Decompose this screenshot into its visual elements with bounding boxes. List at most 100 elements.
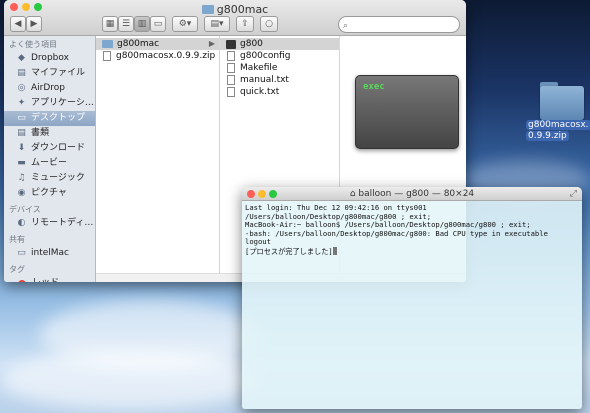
zip-icon: [103, 51, 111, 61]
file-name: g800mac: [117, 39, 160, 49]
text-cursor: [332, 246, 337, 255]
file-name: g800macosx.0.9.9.zip: [116, 51, 216, 61]
list-icon: ☰: [121, 19, 131, 29]
tag-color-icon: [18, 279, 26, 282]
apps-icon: ✦: [17, 98, 26, 108]
desktop-icon: ▭: [17, 113, 26, 123]
tag-icon: ○: [265, 19, 273, 29]
sidebar-item-label: AirDrop: [31, 83, 66, 93]
terminal-titlebar: ⌂ balloon — g800 — 80×24 ⤢: [242, 187, 582, 201]
chevron-left-icon: ◀: [14, 19, 22, 29]
sidebar-item[interactable]: ◐ リモートディ…: [4, 216, 95, 231]
sidebar-item[interactable]: ⬇ ダウンロード: [4, 141, 95, 156]
exec-preview-label: exec: [363, 82, 385, 92]
terminal-output[interactable]: Last login: Thu Dec 12 09:42:16 on ttys0…: [242, 201, 582, 257]
sidebar-item-label: デスクトップ: [31, 113, 86, 123]
file-row[interactable]: Makefile: [220, 62, 339, 74]
arrange-icon: ▤▾: [210, 19, 224, 29]
window-title: g800mac: [4, 3, 466, 16]
share-button[interactable]: ⇪: [236, 16, 254, 32]
files-icon: ▤: [17, 68, 26, 78]
finder-toolbar: g800mac ◀ ▶ ▦ ☰ ▥ ▭ ⚙▾ ▤▾ ⇪ ○ ⌕: [4, 0, 466, 36]
sidebar-item-label: レッド: [32, 276, 59, 282]
sidebar-item-label: リモートディ…: [31, 218, 94, 228]
sidebar-header-shared: 共有: [9, 235, 25, 244]
documents-icon: ▤: [17, 128, 26, 138]
forward-button[interactable]: ▶: [26, 16, 42, 32]
file-row[interactable]: quick.txt: [220, 86, 339, 98]
sidebar-header-tags: タグ: [9, 265, 25, 274]
document-icon: [227, 87, 235, 97]
sidebar-item[interactable]: ◆ Dropbox: [4, 51, 95, 66]
sidebar-header-favorites: よく使う項目: [9, 40, 57, 49]
wallpaper-cloud: [0, 350, 260, 410]
document-icon: [227, 63, 235, 73]
sidebar-item[interactable]: ♫ ミュージック: [4, 171, 95, 186]
gear-icon: ⚙▾: [178, 19, 192, 29]
column-view-button[interactable]: ▥: [134, 16, 150, 32]
columns-icon: ▥: [137, 19, 147, 29]
terminal-line: logout: [245, 237, 271, 247]
sidebar-tag-item[interactable]: レッド: [4, 276, 95, 282]
chevron-right-icon: ▶: [30, 19, 38, 29]
coverflow-view-button[interactable]: ▭: [150, 16, 166, 32]
document-icon: [227, 51, 235, 61]
file-name: g800: [240, 39, 263, 49]
file-row[interactable]: g800config: [220, 50, 339, 62]
sidebar-item-label: intelMac: [31, 248, 69, 258]
file-name: quick.txt: [240, 87, 280, 97]
document-icon: [227, 75, 235, 85]
box-icon: ◆: [18, 53, 25, 63]
sidebar-item[interactable]: ✦ アプリケーシ…: [4, 96, 95, 111]
sidebar-item-label: 書類: [31, 128, 50, 138]
file-preview: exec: [355, 75, 459, 149]
sidebar-item[interactable]: ◉ ピクチャ: [4, 186, 95, 201]
folder-icon: [540, 78, 584, 120]
action-menu-button[interactable]: ⚙▾: [172, 16, 198, 32]
terminal-prompt-line: [プロセスが完了しました]: [245, 246, 582, 257]
share-icon: ⇪: [241, 19, 249, 29]
file-row[interactable]: g800: [220, 38, 339, 50]
home-icon: ⌂: [349, 189, 356, 199]
arrange-menu-button[interactable]: ▤▾: [204, 16, 230, 32]
sidebar-item-label: ミュージック: [31, 173, 85, 183]
coverflow-icon: ▭: [153, 19, 163, 29]
search-input[interactable]: ⌕: [338, 16, 460, 33]
icon-view-button[interactable]: ▦: [102, 16, 118, 32]
folder-icon: [201, 5, 214, 14]
zoom-button[interactable]: [269, 190, 277, 198]
minimize-button[interactable]: [258, 190, 266, 198]
terminal-line: -bash: /Users/balloon/Desktop/g800mac/g8…: [245, 228, 548, 238]
desktop-icon-label: g800macosx. 0.9.9.zip: [526, 120, 590, 141]
column-1: g800mac ▶ g800macosx.0.9.9.zip: [96, 36, 220, 282]
sidebar-item[interactable]: ▤ 書類: [4, 126, 95, 141]
sidebar-item[interactable]: ▭ intelMac: [4, 246, 95, 261]
file-row[interactable]: g800macosx.0.9.9.zip: [96, 50, 219, 62]
back-button[interactable]: ◀: [10, 16, 26, 32]
search-icon: ⌕: [343, 21, 349, 31]
file-row[interactable]: g800mac ▶: [96, 38, 219, 50]
music-icon: ♫: [17, 173, 26, 183]
sidebar-item[interactable]: ▭ デスクトップ: [4, 111, 95, 126]
file-row[interactable]: manual.txt: [220, 74, 339, 86]
sidebar-item-label: アプリケーシ…: [31, 98, 94, 108]
airdrop-icon: ◎: [17, 83, 26, 93]
chevron-right-icon: ▶: [208, 39, 215, 48]
sidebar-item[interactable]: ▬ ムービー: [4, 156, 95, 171]
file-name: manual.txt: [240, 75, 289, 85]
camera-icon: ◉: [17, 188, 26, 198]
sidebar-item-label: Dropbox: [31, 53, 69, 63]
list-view-button[interactable]: ☰: [118, 16, 134, 32]
fullscreen-icon[interactable]: ⤢: [570, 187, 577, 201]
sidebar-item[interactable]: ▤ マイファイル: [4, 66, 95, 81]
movie-icon: ▬: [17, 158, 26, 168]
file-name: Makefile: [240, 63, 278, 73]
file-name: g800config: [240, 51, 291, 61]
close-button[interactable]: [247, 190, 255, 198]
sidebar-item-label: ピクチャ: [31, 188, 67, 198]
sidebar-item[interactable]: ◎ AirDrop: [4, 81, 95, 96]
tag-button[interactable]: ○: [260, 16, 278, 32]
terminal-window: ⌂ balloon — g800 — 80×24 ⤢ Last login: T…: [242, 187, 582, 409]
sidebar-header-devices: デバイス: [9, 205, 41, 214]
disc-icon: ◐: [17, 218, 26, 228]
